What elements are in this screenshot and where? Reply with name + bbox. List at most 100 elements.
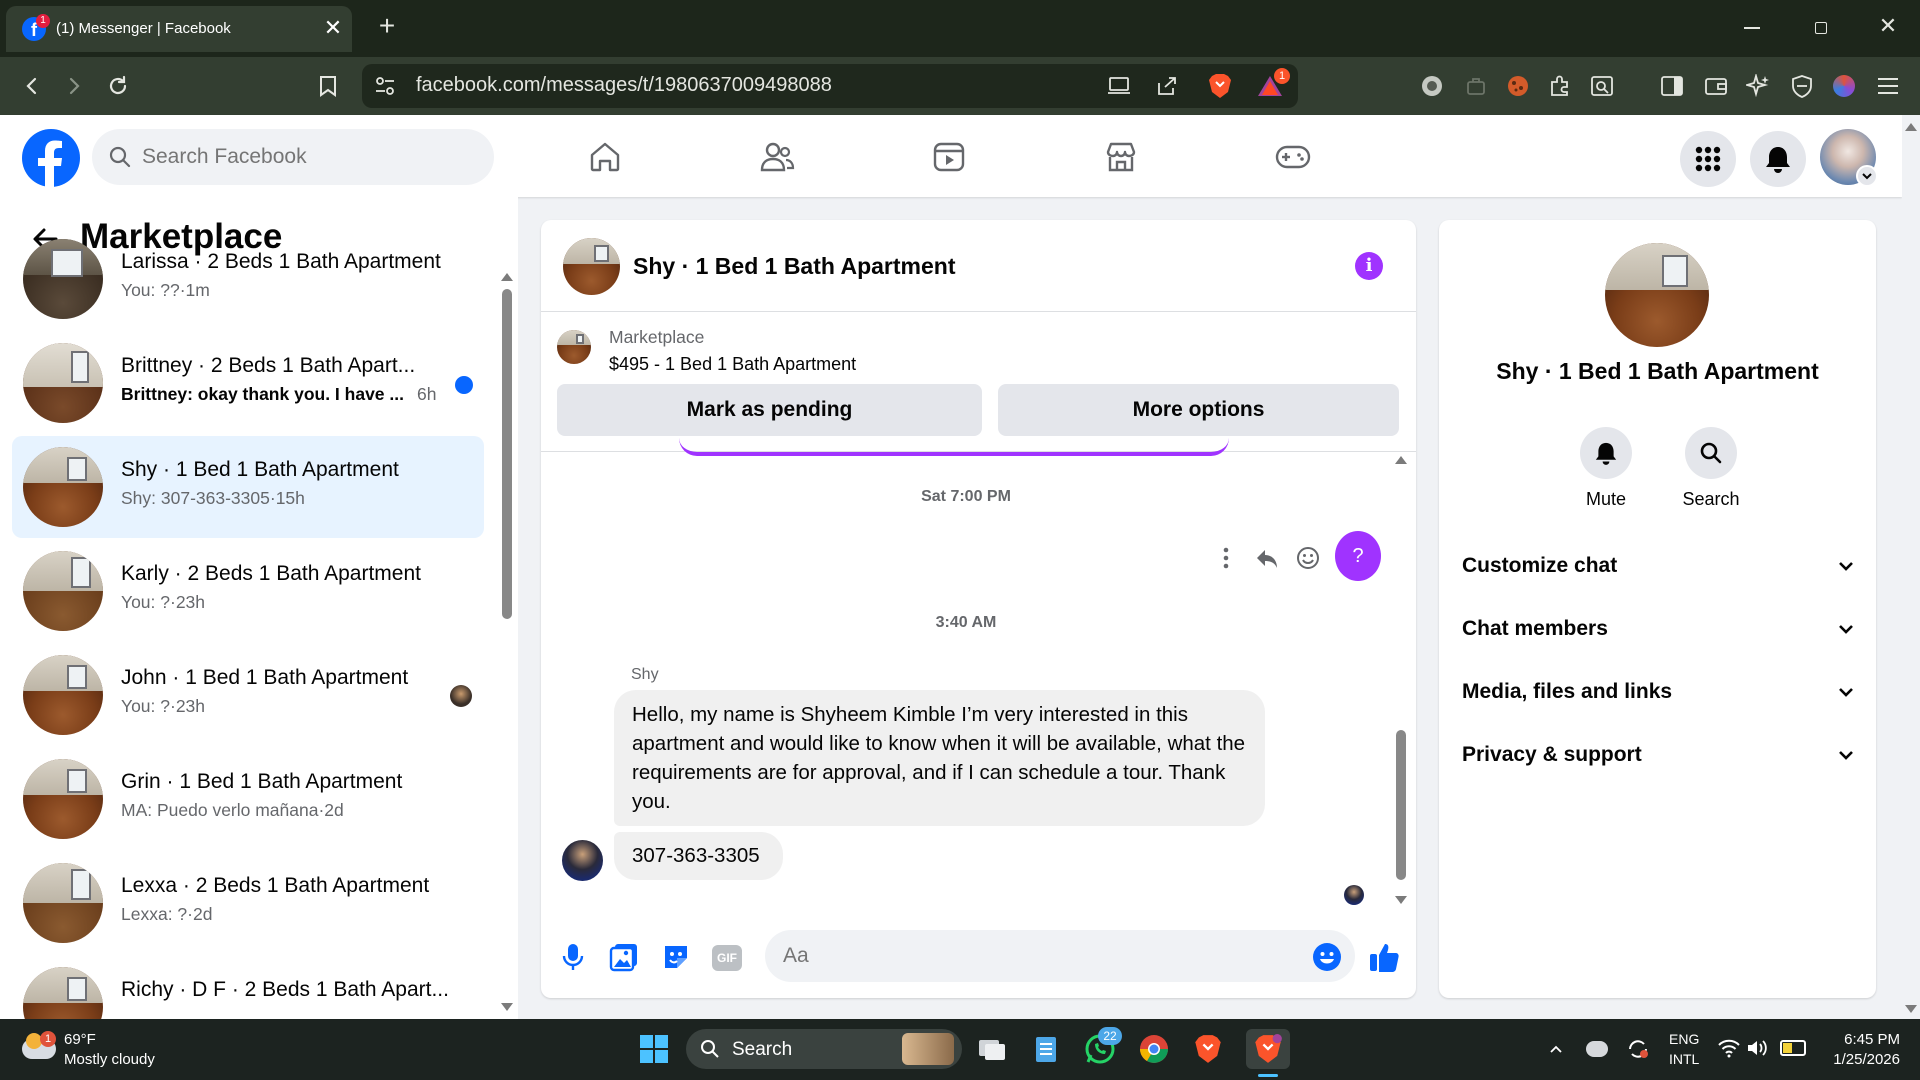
bookmark-icon[interactable] [312, 70, 344, 102]
privacy-support-section[interactable]: Privacy & support [1462, 735, 1856, 775]
chat-title[interactable]: Shy · 1 Bed 1 Bath Apartment [633, 253, 955, 280]
browser-tab[interactable]: f 1 (1) Messenger | Facebook ✕ [6, 6, 352, 52]
task-view-icon[interactable] [972, 1029, 1012, 1069]
reader-icon[interactable] [1588, 72, 1616, 100]
chat-members-section[interactable]: Chat members [1462, 609, 1856, 649]
friends-icon[interactable] [754, 134, 800, 180]
brave-taskbar-icon[interactable] [1188, 1029, 1228, 1069]
thumbs-up-icon[interactable] [1367, 940, 1401, 974]
more-actions-icon[interactable] [1220, 545, 1232, 571]
conversation-item[interactable]: Richy · D F · 2 Beds 1 Bath Apart... [12, 956, 484, 1019]
conversation-item[interactable]: Larissa · 2 Beds 1 Bath Apartment You: ?… [12, 228, 484, 330]
bell-icon[interactable] [1750, 131, 1806, 187]
chevron-down-icon [1839, 562, 1853, 571]
back-icon[interactable] [16, 70, 48, 102]
facebook-search-box[interactable] [92, 129, 494, 185]
react-emoji-icon[interactable] [1295, 545, 1321, 571]
listing-price-title[interactable]: $495 - 1 Bed 1 Bath Apartment [609, 354, 856, 375]
wifi-icon[interactable] [1718, 1038, 1740, 1058]
clock-time[interactable]: 6:45 PM [1828, 1031, 1900, 1048]
address-bar[interactable]: facebook.com/messages/t/1980637009498088… [362, 64, 1298, 108]
search-in-conversation-button[interactable]: Search [1675, 427, 1747, 517]
listing-thumbnail [23, 551, 103, 631]
listing-thumbnail [557, 330, 591, 364]
chrome-icon[interactable] [1134, 1029, 1174, 1069]
conversation-item[interactable]: Brittney · 2 Beds 1 Bath Apart... Brittn… [12, 332, 484, 434]
onedrive-icon[interactable] [1586, 1041, 1608, 1057]
system-tray-chevron-icon[interactable] [1548, 1041, 1564, 1057]
conversation-item[interactable]: Lexxa · 2 Beds 1 Bath Apartment Lexxa: ?… [12, 852, 484, 954]
conversation-title: Karly · 2 Beds 1 Bath Apartment [121, 562, 421, 585]
emoji-icon[interactable] [1312, 942, 1342, 972]
battery-icon[interactable] [1780, 1040, 1806, 1056]
conversation-avatar-large[interactable] [1605, 243, 1709, 347]
page-scrollbar[interactable] [1902, 115, 1920, 1019]
profile-icon[interactable] [1830, 72, 1858, 100]
customize-chat-section[interactable]: Customize chat [1462, 546, 1856, 586]
clock-date[interactable]: 1/25/2026 [1812, 1051, 1900, 1068]
minimize-icon[interactable] [1744, 27, 1760, 29]
extensions-puzzle-icon[interactable] [1546, 72, 1574, 100]
facebook-search-input[interactable] [142, 143, 472, 171]
conversation-item[interactable]: John · 1 Bed 1 Bath Apartment You: ?·23h [12, 644, 484, 746]
share-icon[interactable] [1154, 74, 1180, 98]
mark-as-pending-button[interactable]: Mark as pending [557, 384, 982, 436]
gif-icon[interactable]: GIF [712, 945, 742, 971]
vpn-shield-icon[interactable] [1788, 72, 1816, 100]
chat-avatar[interactable] [563, 238, 620, 295]
conversation-item[interactable]: Karly · 2 Beds 1 Bath Apartment You: ?·2… [12, 540, 484, 642]
wallet-icon[interactable] [1702, 72, 1730, 100]
browser-menu-icon[interactable] [1874, 72, 1902, 100]
conversation-item[interactable]: Grin · 1 Bed 1 Bath Apartment MA: Puedo … [12, 748, 484, 850]
listing-label: Marketplace [609, 327, 705, 347]
chat-scrollbar[interactable] [1393, 456, 1409, 906]
conversation-item-active[interactable]: Shy · 1 Bed 1 Bath Apartment Shy: 307-36… [12, 436, 484, 538]
windows-start-icon[interactable] [634, 1029, 674, 1069]
vpn-icon[interactable] [1418, 72, 1446, 100]
incoming-message-bubble[interactable]: Hello, my name is Shyheem Kimble I’m ver… [614, 690, 1265, 826]
windows-taskbar: 1 69°F Mostly cloudy Search 22 ENG INTL [0, 1019, 1920, 1080]
sidebar-toggle-icon[interactable] [1658, 72, 1686, 100]
home-icon[interactable] [582, 134, 628, 180]
leo-ai-icon[interactable] [1744, 72, 1772, 100]
brave-nightly-icon[interactable] [1246, 1029, 1290, 1069]
cookie-icon[interactable] [1504, 72, 1532, 100]
site-settings-icon[interactable] [374, 75, 396, 97]
message-composer[interactable] [765, 930, 1355, 982]
incoming-message-bubble[interactable]: 307-363-3305 [614, 832, 783, 880]
close-window-icon[interactable]: ✕ [1876, 14, 1900, 38]
forward-icon[interactable] [58, 70, 90, 102]
marketplace-icon[interactable] [1098, 134, 1144, 180]
gaming-icon[interactable] [1270, 134, 1316, 180]
volume-icon[interactable] [1746, 1038, 1768, 1058]
language-line1[interactable]: ENG [1669, 1031, 1699, 1047]
outgoing-message-bubble[interactable]: ? [1335, 531, 1381, 581]
cast-icon[interactable] [1106, 74, 1132, 98]
notepad-icon[interactable] [1026, 1029, 1066, 1069]
weather-temp: 69°F [64, 1031, 96, 1048]
media-files-links-section[interactable]: Media, files and links [1462, 672, 1856, 712]
taskbar-search[interactable]: Search [686, 1029, 962, 1069]
reply-icon[interactable] [1254, 545, 1280, 571]
listing-thumbnail [23, 759, 103, 839]
close-tab-icon[interactable]: ✕ [320, 15, 346, 41]
message-input[interactable] [783, 942, 1283, 970]
account-chevron-icon[interactable] [1856, 165, 1878, 187]
facebook-logo[interactable] [22, 129, 80, 187]
sync-icon[interactable] [1626, 1037, 1650, 1061]
sticker-icon[interactable] [661, 942, 691, 972]
extension-disabled-icon[interactable] [1462, 72, 1490, 100]
menu-grid-icon[interactable] [1680, 131, 1736, 187]
new-tab-button[interactable]: + [372, 12, 402, 42]
weather-widget[interactable]: 1 69°F Mostly cloudy [18, 1027, 168, 1073]
mute-button[interactable]: Mute [1575, 427, 1637, 517]
language-line2[interactable]: INTL [1669, 1051, 1699, 1067]
video-icon[interactable] [926, 134, 972, 180]
brave-shields-icon[interactable] [1206, 72, 1234, 100]
restore-icon[interactable] [1815, 22, 1827, 34]
info-icon[interactable]: i [1355, 252, 1383, 280]
more-options-button[interactable]: More options [998, 384, 1399, 436]
reload-icon[interactable] [102, 70, 134, 102]
attach-photo-icon[interactable] [609, 942, 639, 972]
voice-clip-icon[interactable] [559, 942, 587, 972]
